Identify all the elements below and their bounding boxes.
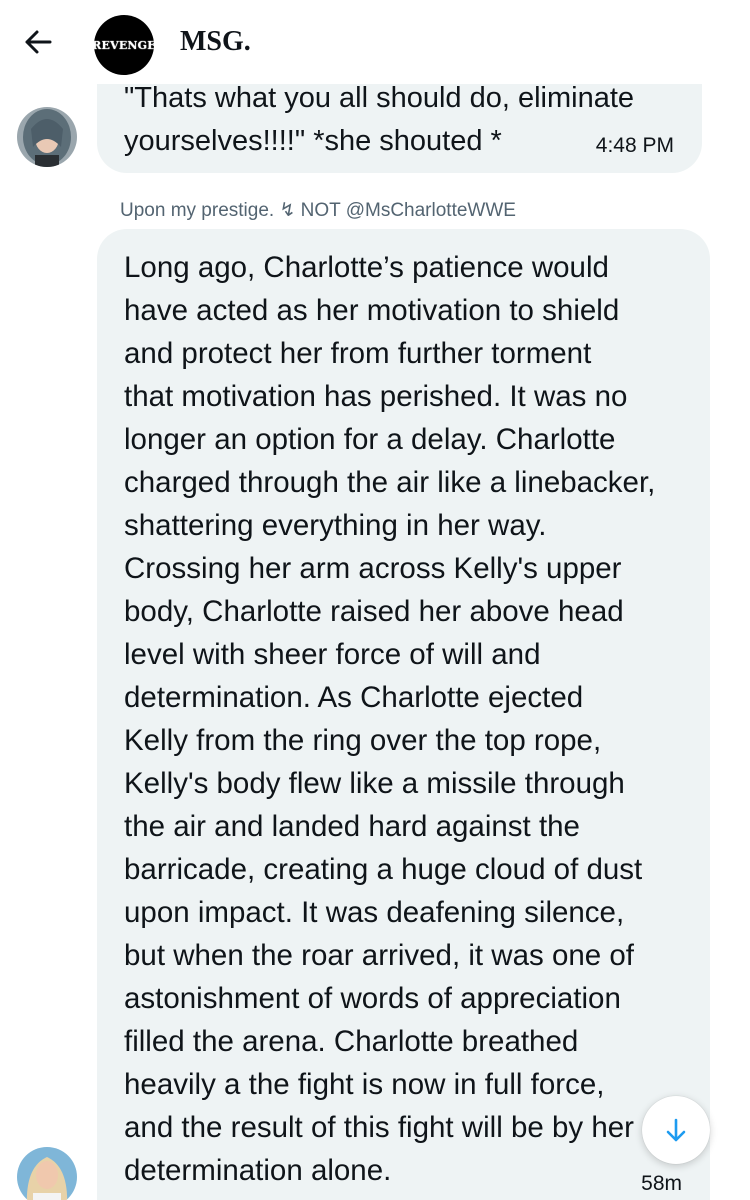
back-button[interactable] (18, 22, 58, 62)
user-avatar-image (17, 1147, 77, 1200)
avatar[interactable] (17, 1147, 77, 1200)
message-text: Long ago, Charlotte’s patience would hav… (124, 251, 656, 1187)
message-bubble[interactable]: Long ago, Charlotte’s patience would hav… (97, 229, 710, 1200)
sender-name[interactable]: Upon my prestige. ↯ NOT @MsCharlotteWWE (120, 199, 516, 222)
avatar[interactable] (17, 107, 77, 167)
message-time: 4:48 PM (595, 134, 674, 157)
conversation-title[interactable]: MSG. (180, 26, 251, 58)
avatar-logo-text: REVENGE (94, 38, 154, 52)
conversation-view: "Thats what you all should do, eliminate… (0, 0, 750, 1200)
arrow-left-icon (25, 30, 52, 54)
conversation-header: REVENGE MSG. (0, 0, 750, 84)
scroll-to-bottom-button[interactable] (642, 1096, 710, 1164)
message-time: 58m (641, 1172, 682, 1195)
header-avatar[interactable]: REVENGE (94, 15, 154, 75)
user-avatar-image (17, 107, 77, 167)
arrow-down-icon (666, 1118, 686, 1142)
